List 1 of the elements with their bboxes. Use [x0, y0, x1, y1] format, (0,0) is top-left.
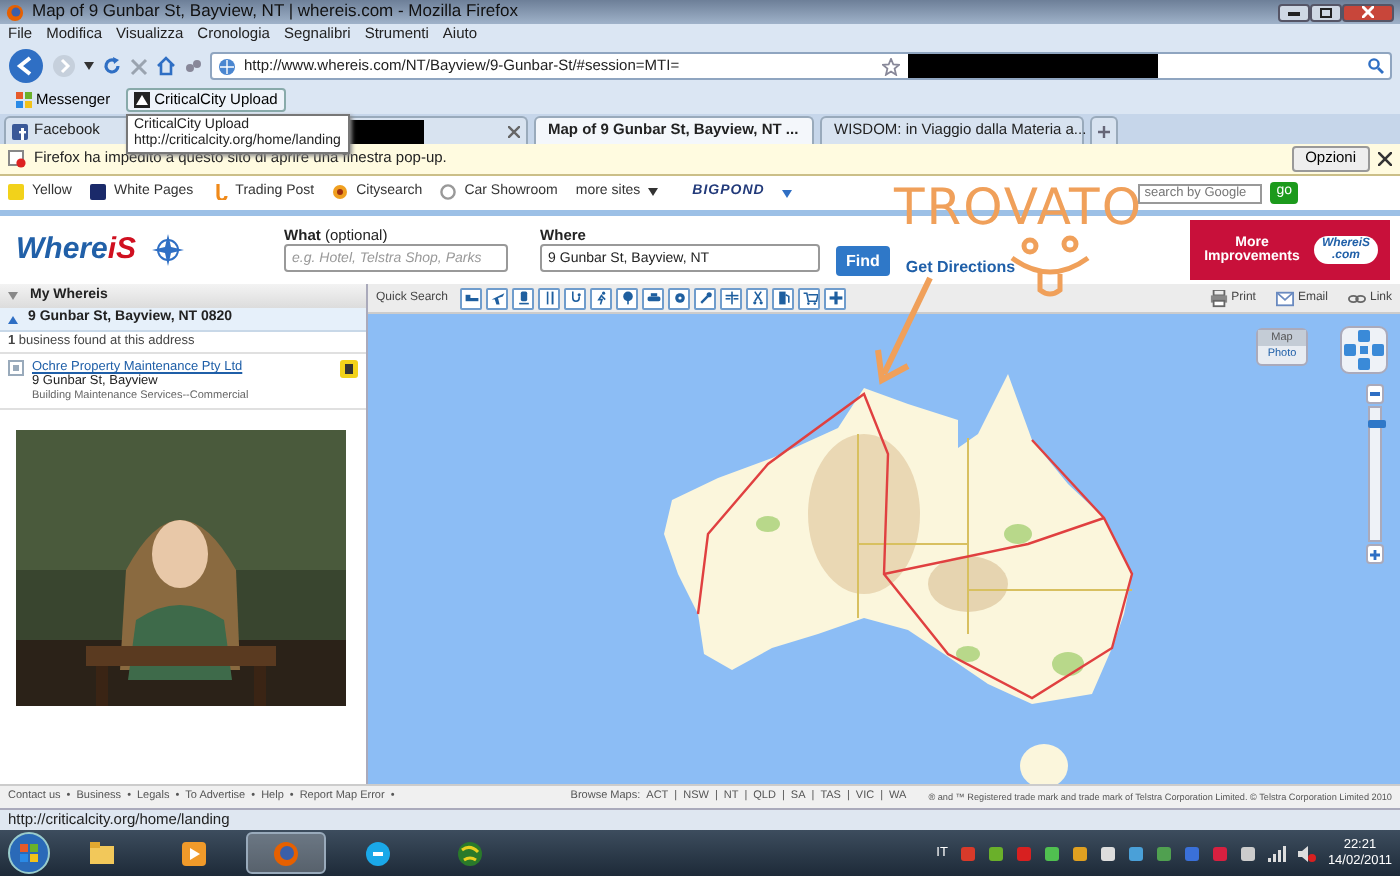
window-title: Map of 9 Gunbar St, Bayview, NT | whereis.com - Mozilla Firefox — [32, 2, 518, 22]
